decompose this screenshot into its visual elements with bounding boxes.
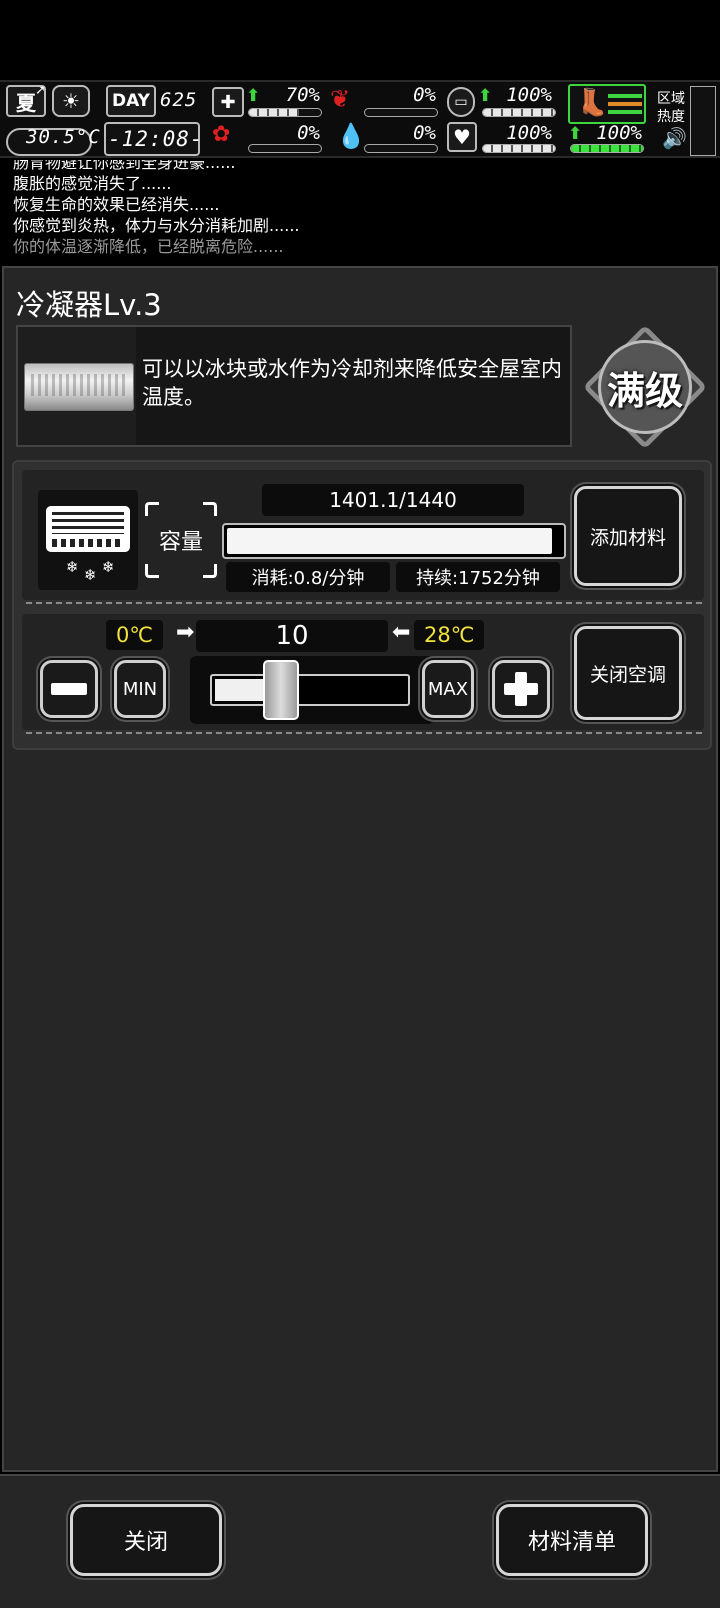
zone-heat-label-line1: 区域 <box>657 91 685 107</box>
stat-bladder-fill <box>483 109 555 116</box>
stat-bladder-bar <box>482 108 556 117</box>
stat-health-bar <box>248 108 322 117</box>
close-button[interactable]: 关闭 <box>70 1504 222 1576</box>
ac-body <box>46 506 130 552</box>
corner-bracket <box>203 502 217 516</box>
arrow-right-icon: ➡ <box>176 620 195 645</box>
message-log: 肠胃物避让你感到全身进豪...... 腹胀的感觉消失了...... 恢复生命的效… <box>0 160 720 264</box>
snowflake-icon: ❄ <box>84 566 97 584</box>
air-conditioner-icon: ❄ ❄ ❄ <box>38 490 138 590</box>
capacity-label: 容量 <box>145 502 217 578</box>
up-arrow-icon: ⬆ <box>246 86 261 106</box>
season-label: 夏 <box>16 90 36 115</box>
corner-bracket <box>145 502 159 516</box>
log-line: 肠胃物避让你感到全身进豪...... <box>13 160 236 172</box>
stomach-icon: ❦ <box>330 85 351 113</box>
day-number: 625 <box>160 89 198 111</box>
stat-hunger-bar <box>364 108 438 117</box>
corner-bracket <box>145 564 159 578</box>
min-button[interactable]: MIN <box>114 660 166 718</box>
stat-health-value: 70% <box>285 84 320 106</box>
clock-readout: -12:08- <box>108 127 204 151</box>
stamina-bar <box>570 144 644 153</box>
log-line: 你感觉到炎热，体力与水分消耗加剧...... <box>13 216 300 235</box>
consumption-rate: 消耗:0.8/分钟 <box>226 562 390 592</box>
zone-heat-label: 区域 热度 <box>657 90 685 126</box>
season-badge: 夏 ➚ <box>6 83 46 117</box>
season-arrow-icon: ➚ <box>35 83 46 98</box>
zone-heat-label-line2: 热度 <box>657 109 685 125</box>
stamina-stripe <box>608 94 642 98</box>
temperature-row: 0℃ ➡ 10 ⬅ 28℃ MIN MAX 关闭空调 <box>22 614 704 730</box>
capacity-row: ❄ ❄ ❄ 容量 1401.1/1440 消耗:0.8/分钟 持续:1752分钟… <box>22 470 704 600</box>
temperature-slider[interactable] <box>190 656 434 724</box>
stamina-stripe <box>608 110 642 114</box>
stat-hunger-value: 0% <box>413 84 436 106</box>
bladder-icon: ▭ <box>447 87 475 117</box>
boot-icon: 👢 <box>568 84 646 124</box>
max-button[interactable]: MAX <box>422 660 474 718</box>
divider <box>26 602 702 604</box>
heart-icon: ♥ <box>447 122 477 152</box>
blood-drop-icon: 💧 <box>336 122 366 150</box>
capacity-value: 1401.1/1440 <box>262 484 524 516</box>
snowflake-icon: ❄ <box>102 558 115 576</box>
corner-bracket <box>203 564 217 578</box>
capacity-label-text: 容量 <box>158 530 203 555</box>
duration-remaining: 持续:1752分钟 <box>396 562 560 592</box>
description-text: 可以以冰块或水作为冷却剂来降低安全屋室内温度。 <box>142 357 562 409</box>
speaker-icon[interactable]: 🔊 <box>662 126 687 150</box>
condenser-panel: 冷凝器Lv.3 可以以冰块或水作为冷却剂来降低安全屋室内温度。 满级 ❄ ❄ ❄… <box>2 266 718 1472</box>
up-arrow-icon: ⬆ <box>478 86 493 106</box>
decrease-button[interactable] <box>40 660 98 718</box>
up-arrow-icon: ⬆ <box>568 124 583 144</box>
stamina-value: 100% <box>596 122 642 144</box>
zone-heat-meter <box>690 86 716 156</box>
stat-sanity-value: 0% <box>297 122 320 144</box>
slider-thumb[interactable] <box>263 660 300 720</box>
add-material-button[interactable]: 添加材料 <box>574 486 682 586</box>
increase-button[interactable] <box>492 660 550 718</box>
capacity-bar-fill <box>227 528 552 554</box>
temperature-setting: 10 <box>196 620 388 652</box>
stamina-stripe <box>608 102 642 106</box>
plus-icon <box>504 672 538 706</box>
slider-track <box>210 674 410 706</box>
snowflake-icon: ❄ <box>66 558 79 576</box>
max-level-text: 满级 <box>606 368 683 413</box>
stat-thirst-value: 0% <box>413 122 436 144</box>
max-level-badge: 满级 <box>582 324 708 450</box>
panel-title: 冷凝器Lv.3 <box>16 288 162 322</box>
max-temp-label: 28℃ <box>414 620 485 650</box>
medkit-icon: ✚ <box>212 87 244 117</box>
stat-health-fill <box>249 109 300 116</box>
divider <box>26 732 702 734</box>
log-line: 腹胀的感觉消失了...... <box>13 174 172 193</box>
bottom-bar: 关闭 材料清单 <box>0 1474 720 1608</box>
capacity-bar <box>222 523 566 559</box>
stat-bladder-value: 100% <box>506 84 552 106</box>
arrow-left-icon: ⬅ <box>392 620 411 645</box>
description-box: 可以以冰块或水作为冷却剂来降低安全屋室内温度。 <box>16 325 572 447</box>
status-hud: 夏 ➚ ☀ 30.5°C DAY 625 -12:08- ✚ ⬆ 70% ❦ 0… <box>0 80 720 158</box>
minus-icon <box>51 683 87 695</box>
toggle-ac-button[interactable]: 关闭空调 <box>574 626 682 720</box>
condenser-image <box>24 363 134 411</box>
stat-mood-bar <box>482 144 556 153</box>
sun-icon: ☀ <box>52 85 90 117</box>
stat-mood-fill <box>483 145 555 152</box>
log-line: 恢复生命的效果已经消失...... <box>13 195 220 214</box>
stat-sanity-bar <box>248 144 322 153</box>
log-line: 你的体温逐渐降低，已经脱离危险...... <box>13 237 284 256</box>
min-temp-label: 0℃ <box>106 620 163 650</box>
stat-mood-value: 100% <box>506 122 552 144</box>
stat-thirst-bar <box>364 144 438 153</box>
stamina-fill <box>571 145 643 152</box>
brain-icon: ✿ <box>212 122 231 147</box>
materials-list-button[interactable]: 材料清单 <box>496 1504 648 1576</box>
boot-glyph: 👢 <box>576 88 609 118</box>
controls-section: ❄ ❄ ❄ 容量 1401.1/1440 消耗:0.8/分钟 持续:1752分钟… <box>12 460 712 750</box>
day-label: DAY <box>106 85 156 117</box>
temperature-readout: 30.5°C <box>26 126 101 148</box>
